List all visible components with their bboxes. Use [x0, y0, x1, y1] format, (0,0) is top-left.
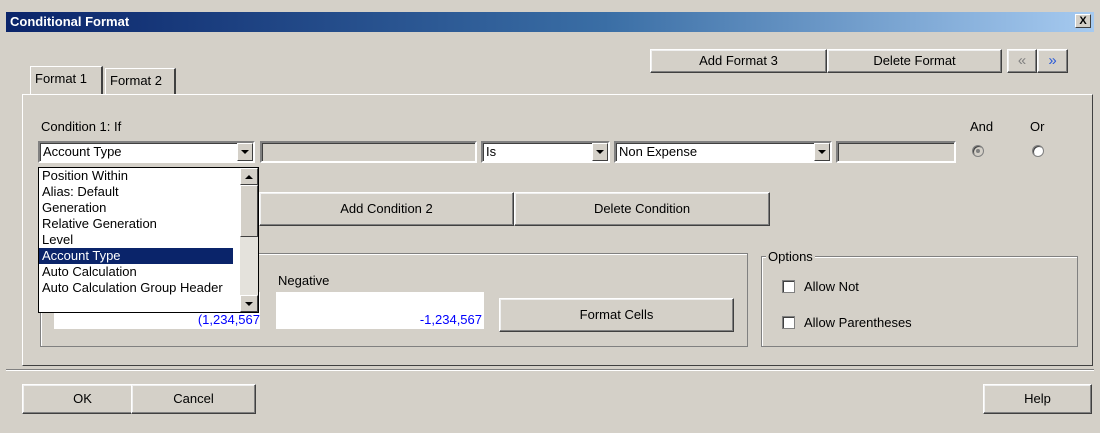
field-dropdown-list[interactable]: Position Within Alias: Default Generatio… [38, 167, 259, 313]
dropdown-item[interactable]: Alias: Default [39, 184, 233, 200]
negative-preview-value: -1,234,567 [419, 312, 482, 327]
dropdown-item[interactable]: Level [39, 232, 233, 248]
add-condition-button[interactable]: Add Condition 2 [259, 192, 514, 226]
value-combo-dropdown-button[interactable] [814, 143, 830, 161]
allow-not-label: Allow Not [804, 279, 859, 294]
double-chevron-left-icon: « [1017, 52, 1027, 69]
condition-label: Condition 1: If [41, 119, 122, 134]
allow-parentheses-checkbox[interactable] [782, 316, 795, 329]
allow-parentheses-label: Allow Parentheses [804, 315, 912, 330]
field-combo[interactable]: Account Type [38, 141, 255, 163]
condition-value-input[interactable] [260, 141, 477, 163]
delete-condition-button[interactable]: Delete Condition [514, 192, 770, 226]
previous-format-button[interactable]: « [1007, 49, 1037, 73]
next-format-button[interactable]: » [1037, 49, 1068, 73]
and-radio[interactable] [972, 145, 984, 157]
tab-format-2[interactable]: Format 2 [105, 68, 176, 94]
dropdown-item[interactable]: Generation [39, 200, 233, 216]
dropdown-item[interactable]: Relative Generation [39, 216, 233, 232]
or-label: Or [1030, 119, 1045, 134]
ok-button[interactable]: OK [22, 384, 143, 414]
scroll-thumb[interactable] [240, 185, 258, 237]
format-cells-button[interactable]: Format Cells [499, 298, 734, 332]
double-chevron-right-icon: » [1048, 52, 1057, 69]
and-label: And [970, 119, 994, 134]
negative-label: Negative [278, 273, 330, 288]
operator-combo-dropdown-button[interactable] [592, 143, 608, 161]
delete-condition-label: Delete Condition [593, 201, 691, 216]
chevron-down-icon [241, 150, 249, 154]
dropdown-item[interactable]: Auto Calculation Group Header [39, 280, 233, 296]
chevron-down-icon [596, 150, 604, 154]
cancel-label: Cancel [173, 391, 214, 406]
ok-label: OK [73, 391, 92, 406]
tab-format-1-label: Format 1 [35, 71, 88, 86]
footer-separator [6, 369, 1094, 371]
add-condition-label: Add Condition 2 [340, 201, 433, 216]
close-icon: X [1079, 15, 1087, 27]
window-title: Conditional Format [10, 14, 130, 29]
title-bar[interactable]: Conditional Format X [6, 12, 1094, 32]
extra-value-input[interactable] [836, 141, 956, 163]
dropdown-scrollbar[interactable] [240, 168, 258, 312]
delete-format-label: Delete Format [873, 53, 956, 68]
tab-format-2-label: Format 2 [110, 73, 163, 88]
help-label: Help [1024, 391, 1051, 406]
negative-preview: -1,234,567 [276, 292, 484, 329]
operator-combo[interactable]: Is [481, 141, 610, 163]
dropdown-item[interactable]: Auto Calculation [39, 264, 233, 280]
options-title: Options [766, 249, 815, 264]
scroll-down-button[interactable] [240, 295, 258, 312]
allow-not-checkbox[interactable] [782, 280, 795, 293]
chevron-down-icon [245, 301, 253, 306]
close-button[interactable]: X [1075, 14, 1091, 28]
scroll-up-button[interactable] [240, 168, 258, 185]
add-format-label: Add Format 3 [699, 53, 778, 68]
value-combo[interactable]: Non Expense [614, 141, 832, 163]
chevron-down-icon [818, 150, 826, 154]
cancel-button[interactable]: Cancel [131, 384, 256, 414]
options-group: Options [761, 249, 1078, 347]
or-radio[interactable] [1032, 145, 1044, 157]
value-combo-value: Non Expense [619, 144, 698, 159]
field-combo-dropdown-button[interactable] [237, 143, 253, 161]
positive-preview-value: (1,234,567 [197, 312, 260, 327]
dropdown-item[interactable]: Position Within [39, 168, 233, 184]
field-combo-value: Account Type [43, 144, 122, 159]
add-format-button[interactable]: Add Format 3 [650, 49, 827, 73]
conditional-format-dialog: Conditional Format X Add Format 3 Delete… [0, 0, 1100, 433]
delete-format-button[interactable]: Delete Format [827, 49, 1002, 73]
dropdown-item-selected[interactable]: Account Type [39, 248, 233, 264]
tab-format-1[interactable]: Format 1 [30, 66, 103, 94]
chevron-up-icon [245, 174, 253, 179]
format-cells-label: Format Cells [579, 307, 654, 322]
operator-combo-value: Is [486, 144, 497, 159]
help-button[interactable]: Help [983, 384, 1092, 414]
